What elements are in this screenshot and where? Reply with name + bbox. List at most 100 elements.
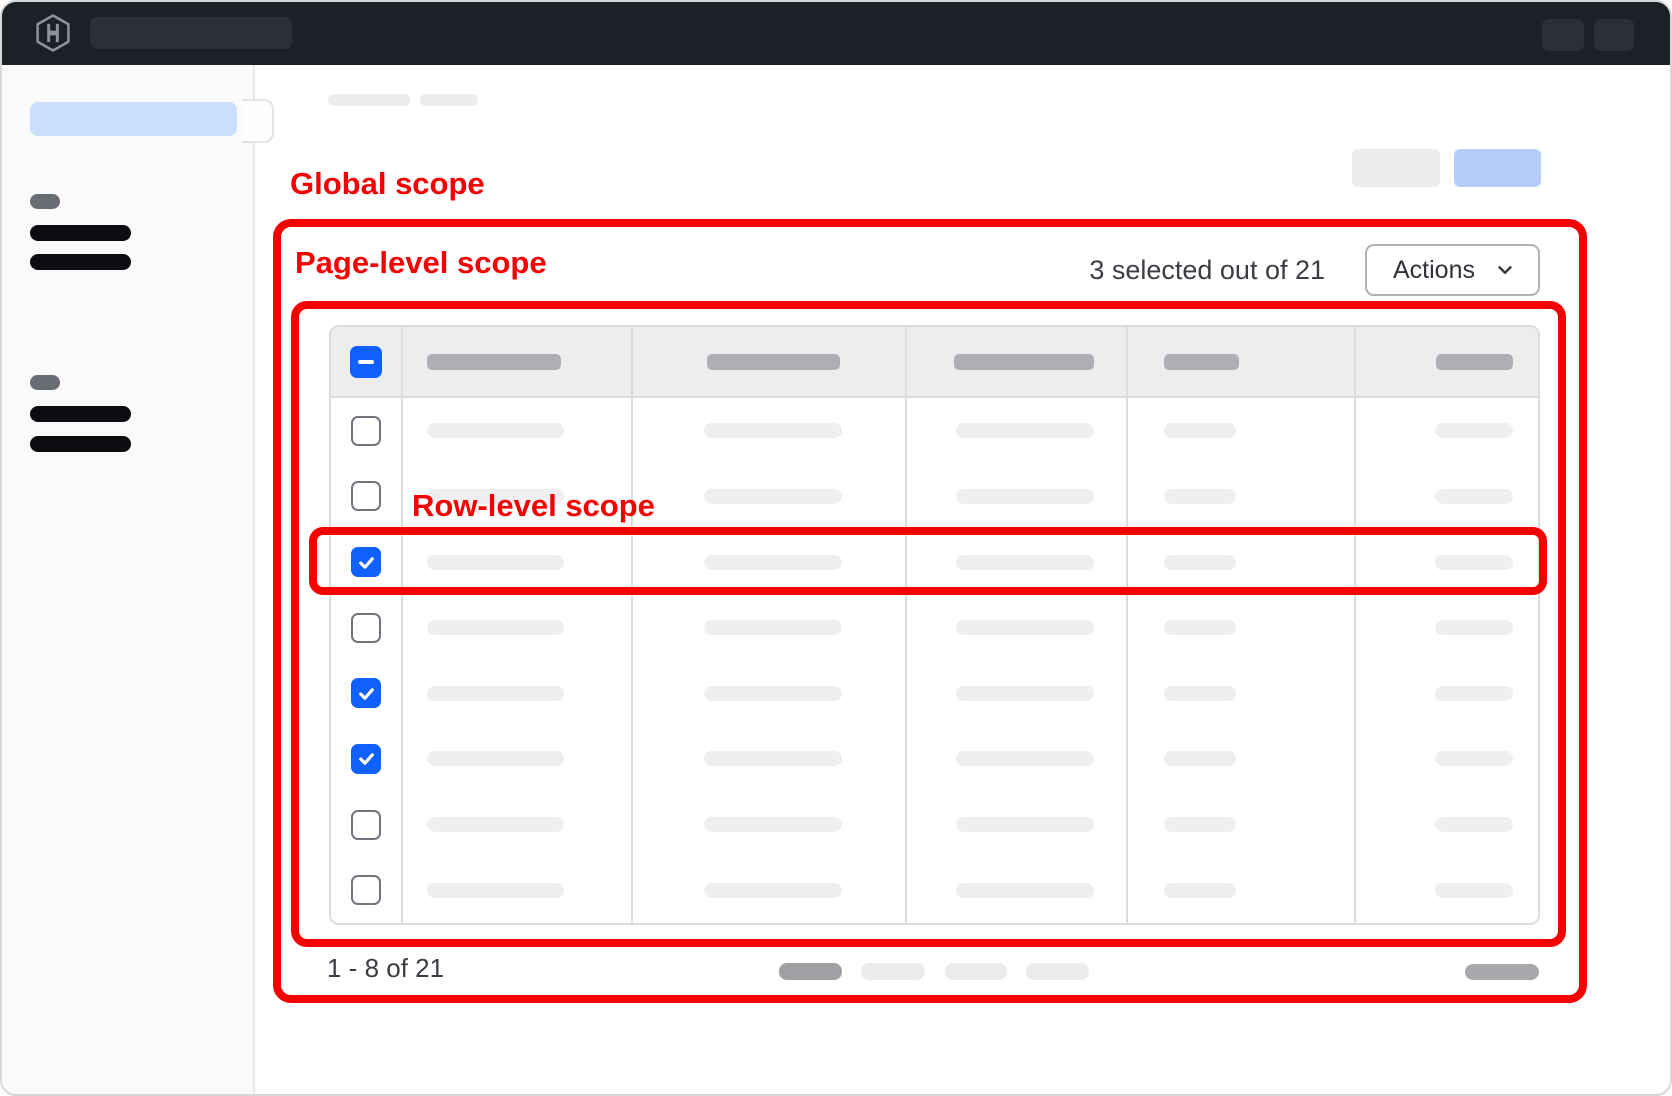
header-cell-skeleton [403,327,633,396]
annotation-global-label: Global scope [290,166,485,202]
sidebar-section-label-skeleton [30,375,60,390]
row-checkbox-cell [331,529,403,595]
topbar-search-placeholder[interactable] [90,17,292,49]
row-checkbox-cell [331,726,403,792]
row-checkbox[interactable] [351,678,381,708]
sidebar-nav-item-skeleton[interactable] [30,436,131,452]
table-row [331,398,1538,464]
cell-skeleton [1356,857,1538,923]
cell-skeleton [1128,792,1356,858]
row-checkbox[interactable] [351,481,381,511]
cell-skeleton [1356,595,1538,661]
topbar-action-placeholder-2[interactable] [1594,19,1634,51]
cell-skeleton [1356,726,1538,792]
cell-skeleton [1128,661,1356,727]
cell-skeleton [907,792,1128,858]
cell-skeleton [907,529,1128,595]
header-cell-skeleton [1128,327,1356,396]
cell-skeleton [1356,398,1538,464]
cell-skeleton [1356,464,1538,530]
annotation-row-label: Row-level scope [412,488,655,524]
checkmark-icon [356,683,377,704]
row-checkbox[interactable] [351,744,381,774]
header-cell-skeleton [633,327,907,396]
cell-skeleton [633,792,907,858]
cell-skeleton [1356,529,1538,595]
header-checkbox[interactable] [350,346,382,378]
sidebar-section-label-skeleton [30,194,60,209]
cell-skeleton [403,529,633,595]
pagination-page-skeleton[interactable] [861,963,925,980]
header-cell-skeleton [907,327,1128,396]
row-checkbox-cell [331,464,403,530]
topbar-action-placeholder-1[interactable] [1542,19,1584,51]
app-window: 3 selected out of 21 Actions [0,0,1672,1096]
cell-skeleton [403,792,633,858]
chevron-down-icon [1494,259,1516,281]
cell-skeleton [907,595,1128,661]
topbar [2,2,1670,65]
primary-button-skeleton[interactable] [1454,149,1541,187]
pagination-page-size-skeleton[interactable] [1465,964,1539,980]
row-checkbox[interactable] [351,875,381,905]
cell-skeleton [633,661,907,727]
hashicorp-logo-icon [33,13,73,53]
cell-skeleton [1128,398,1356,464]
header-checkbox-cell [331,327,403,396]
cell-skeleton [907,661,1128,727]
pagination-page-skeleton[interactable] [945,963,1007,980]
indeterminate-minus-icon [358,360,374,364]
secondary-button-skeleton[interactable] [1352,149,1440,187]
cell-skeleton [633,529,907,595]
cell-skeleton [1128,595,1356,661]
table-body [331,398,1538,923]
table-header-row [331,327,1538,398]
row-checkbox[interactable] [351,810,381,840]
breadcrumb-skeleton[interactable] [328,94,410,106]
cell-skeleton [633,595,907,661]
annotation-page-label: Page-level scope [295,245,547,281]
cell-skeleton [1356,661,1538,727]
row-checkbox-cell [331,398,403,464]
pagination-page-skeleton-active[interactable] [779,963,842,980]
cell-skeleton [1128,529,1356,595]
header-cell-skeleton [1356,327,1538,396]
row-checkbox-cell [331,792,403,858]
sidebar-nav-item-skeleton[interactable] [30,406,131,422]
cell-skeleton [1356,792,1538,858]
breadcrumb-skeleton[interactable] [420,94,478,106]
cell-skeleton [403,661,633,727]
cell-skeleton [633,726,907,792]
cell-skeleton [633,464,907,530]
cell-skeleton [907,464,1128,530]
row-checkbox[interactable] [351,613,381,643]
actions-button-label: Actions [1393,256,1475,285]
row-checkbox-cell [331,595,403,661]
table-row [331,661,1538,727]
table-row [331,529,1538,595]
cell-skeleton [403,595,633,661]
sidebar-flyout-tab [242,99,274,143]
table-row [331,595,1538,661]
row-checkbox-cell [331,661,403,727]
actions-button[interactable]: Actions [1365,244,1540,296]
cell-skeleton [403,857,633,923]
cell-skeleton [1128,857,1356,923]
cell-skeleton [907,857,1128,923]
cell-skeleton [403,726,633,792]
table-row [331,726,1538,792]
cell-skeleton [633,857,907,923]
pagination-page-skeleton[interactable] [1026,963,1089,980]
row-checkbox[interactable] [351,547,381,577]
sidebar-nav-item-skeleton[interactable] [30,225,131,241]
data-table [329,325,1540,925]
row-checkbox[interactable] [351,416,381,446]
checkmark-icon [356,748,377,769]
cell-skeleton [403,398,633,464]
sidebar-nav-item-skeleton[interactable] [30,254,131,270]
cell-skeleton [633,398,907,464]
pagination-range-label: 1 - 8 of 21 [327,953,444,984]
table-row [331,857,1538,923]
selection-summary: 3 selected out of 21 [1089,255,1325,286]
sidebar-active-item-skeleton[interactable] [30,102,237,136]
